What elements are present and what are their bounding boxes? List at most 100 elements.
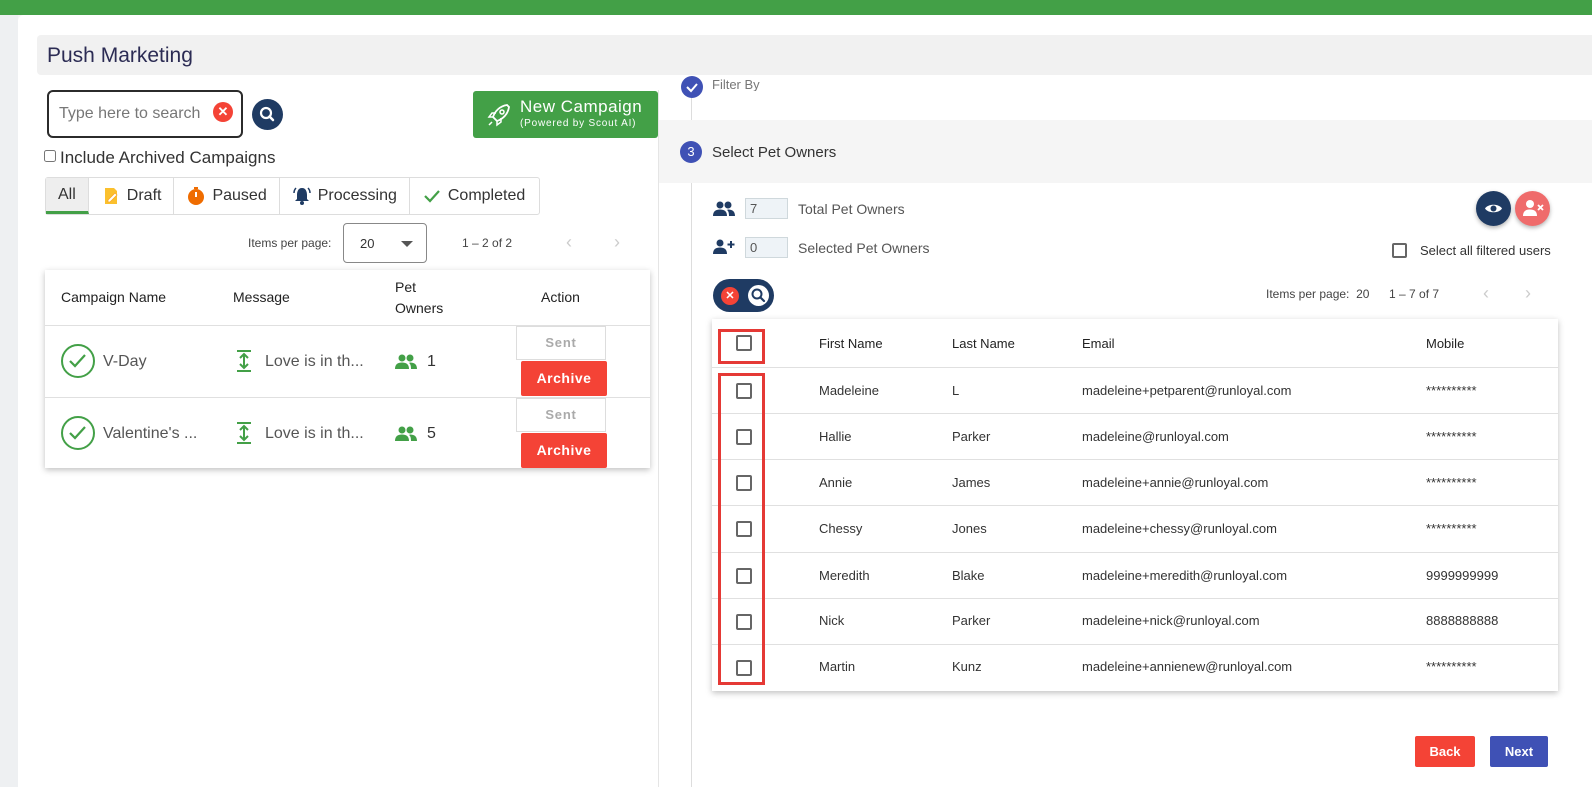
owners-next-page-icon[interactable]: › <box>1525 283 1531 304</box>
divider <box>712 367 1558 368</box>
owners-pagination-range: 1 – 7 of 7 <box>1389 287 1440 301</box>
search-button[interactable] <box>252 99 283 130</box>
view-button[interactable] <box>1476 191 1511 226</box>
owners-items-per-page-value[interactable]: 20 <box>1356 287 1369 301</box>
highlight-row-checkboxes <box>718 373 765 685</box>
last-name: L <box>952 383 960 398</box>
email: madeleine+meredith@runloyal.com <box>1082 568 1288 583</box>
search-input[interactable] <box>59 103 207 125</box>
include-archived[interactable]: Include Archived Campaigns <box>44 148 275 168</box>
mobile: ********** <box>1426 659 1477 674</box>
tab-paused[interactable]: Paused <box>174 178 280 214</box>
tab-all-label: All <box>58 185 76 203</box>
selected-pet-owners-value: 0 <box>745 237 788 258</box>
last-name: Kunz <box>952 659 982 674</box>
last-name: Parker <box>952 613 991 628</box>
clear-filter-icon[interactable]: ✕ <box>721 287 739 305</box>
owners-prev-page-icon[interactable]: ‹ <box>1483 283 1489 304</box>
mobile: ********** <box>1426 475 1477 490</box>
campaign-name: Valentine's ... <box>103 425 198 442</box>
first-name: Annie <box>819 475 853 490</box>
last-name: Blake <box>952 568 985 583</box>
step-label-prev[interactable]: Filter By <box>712 79 760 91</box>
first-name: Martin <box>819 659 856 674</box>
tab-processing[interactable]: Processing <box>280 178 410 214</box>
tab-all[interactable]: All <box>46 178 89 214</box>
sent-status-button[interactable]: Sent <box>516 326 606 360</box>
divider <box>712 598 1558 599</box>
new-campaign-button[interactable]: New Campaign (Powered by Scout AI) <box>473 91 658 138</box>
col-pet-owners-line1: Pet <box>395 279 417 295</box>
prev-page-icon[interactable]: ‹ <box>566 232 572 253</box>
back-button[interactable]: Back <box>1415 736 1475 767</box>
chevron-down-icon <box>401 241 413 247</box>
next-button[interactable]: Next <box>1490 736 1548 767</box>
first-name: Meredith <box>819 568 870 583</box>
email: madeleine+annienew@runloyal.com <box>1082 659 1293 674</box>
next-page-icon[interactable]: › <box>614 232 620 253</box>
group-add-icon <box>713 239 735 254</box>
owners-items-per-page-label: Items per page: <box>1266 287 1350 301</box>
email: madeleine+nick@runloyal.com <box>1082 613 1260 628</box>
step-number: 3 <box>680 141 702 163</box>
completed-status-icon <box>61 416 95 450</box>
mobile: ********** <box>1426 383 1477 398</box>
mobile: 8888888888 <box>1426 613 1499 628</box>
divider <box>712 505 1558 506</box>
sent-status-button[interactable]: Sent <box>516 398 606 432</box>
step-indicator-prev[interactable] <box>681 76 703 98</box>
rocket-icon <box>487 104 510 127</box>
last-name: Parker <box>952 429 991 444</box>
last-name: Jones <box>952 521 987 536</box>
tab-paused-label: Paused <box>212 187 267 204</box>
items-per-page-select[interactable]: 20 <box>343 223 427 263</box>
first-name: Madeleine <box>819 383 879 398</box>
col-mobile: Mobile <box>1426 336 1465 351</box>
group-icon <box>713 201 735 216</box>
col-action: Action <box>541 289 580 305</box>
items-per-page-label: Items per page: <box>248 236 332 250</box>
people-icon <box>395 426 417 441</box>
divider <box>712 459 1558 460</box>
campaign-message: Love is in th... <box>265 425 364 442</box>
pet-owners-table: First Name Last Name Email Mobile Madele… <box>712 319 1558 691</box>
tab-draft[interactable]: Draft <box>89 178 175 214</box>
filter-toggle[interactable]: ✕ <box>713 279 774 312</box>
status-tabs: All Draft Paused Processing Completed <box>45 177 540 215</box>
tab-completed[interactable]: Completed <box>410 178 537 214</box>
filter-search-button[interactable] <box>748 285 769 306</box>
archive-button[interactable]: Archive <box>521 361 607 396</box>
col-first-name: First Name <box>819 336 883 351</box>
left-gutter <box>0 15 18 787</box>
new-campaign-subtitle: (Powered by Scout AI) <box>520 118 637 129</box>
clear-search-icon[interactable]: ✕ <box>213 102 233 122</box>
mobile: ********** <box>1426 429 1477 444</box>
search-icon <box>751 288 766 303</box>
search-icon <box>259 106 275 122</box>
first-name: Nick <box>819 613 845 628</box>
include-archived-checkbox[interactable] <box>44 150 56 162</box>
email: madeleine+petparent@runloyal.com <box>1082 383 1292 398</box>
search-field[interactable]: ✕ <box>47 90 243 138</box>
draft-icon <box>104 188 118 204</box>
mobile: 9999999999 <box>1426 568 1499 583</box>
top-app-bar <box>0 0 1592 15</box>
email: madeleine+chessy@runloyal.com <box>1082 521 1277 536</box>
select-all-filtered-checkbox[interactable] <box>1392 243 1407 258</box>
archive-button[interactable]: Archive <box>521 433 607 468</box>
bell-icon <box>292 187 311 205</box>
divider <box>712 552 1558 553</box>
divider <box>712 644 1558 645</box>
new-campaign-title: New Campaign <box>520 97 643 116</box>
step-label-current: Select Pet Owners <box>712 144 837 161</box>
items-per-page-value: 20 <box>360 236 375 251</box>
completed-status-icon <box>61 344 95 378</box>
eye-icon <box>1485 204 1502 213</box>
select-all-filtered-label: Select all filtered users <box>1420 243 1551 258</box>
timer-icon <box>188 187 205 205</box>
total-pet-owners-value: 7 <box>745 198 788 219</box>
mobile: ********** <box>1426 521 1477 536</box>
pane-divider <box>658 90 659 787</box>
remove-user-button[interactable] <box>1515 191 1550 226</box>
people-icon <box>395 354 417 369</box>
